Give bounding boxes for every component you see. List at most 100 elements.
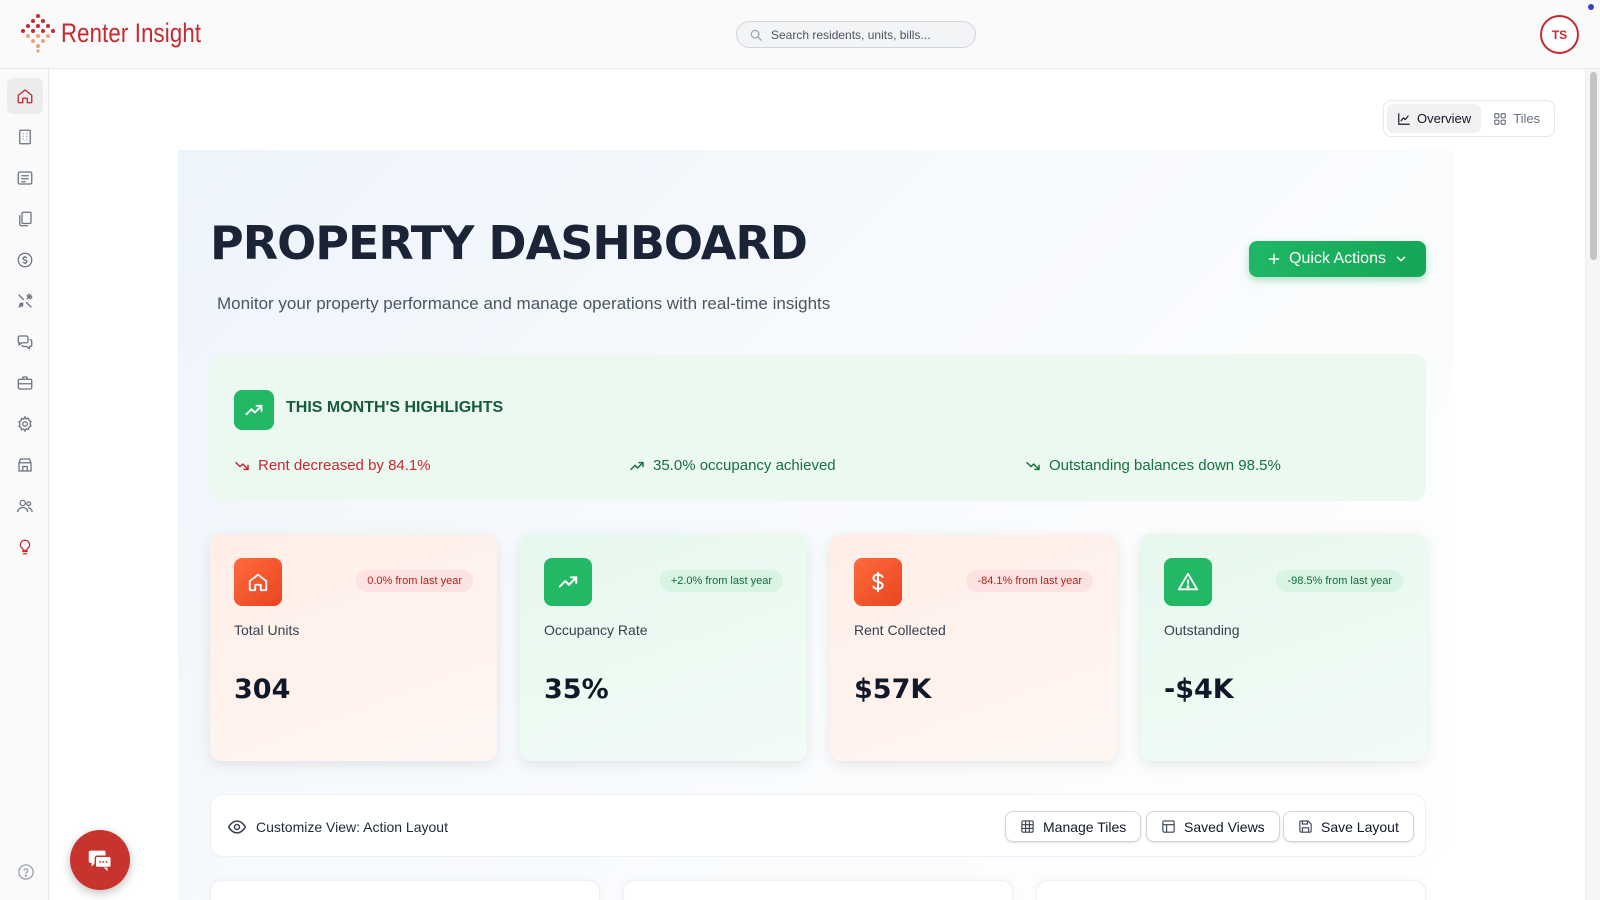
highlight-item: Rent decreased by 84.1%: [234, 457, 431, 474]
sidebar-item-settings[interactable]: [7, 406, 43, 442]
sidebar-item-home[interactable]: [7, 78, 43, 114]
brand-logo[interactable]: Renter Insight: [21, 13, 232, 53]
trending-up-icon: [630, 461, 644, 470]
stat-value: 304: [234, 674, 291, 705]
page-scrollbar[interactable]: [1585, 69, 1600, 900]
save-layout-button[interactable]: Save Layout: [1283, 811, 1414, 842]
overview-label: Overview: [1417, 111, 1472, 126]
briefcase-icon: [17, 376, 33, 390]
users-icon: [17, 499, 33, 513]
brand-name: Renter Insight: [61, 17, 202, 48]
quick-actions-label: Quick Actions: [1289, 250, 1386, 267]
scrollbar-thumb[interactable]: [1590, 72, 1597, 260]
stat-label: Occupancy Rate: [544, 622, 648, 638]
stat-label: Outstanding: [1164, 622, 1240, 638]
quick-actions-button[interactable]: Quick Actions: [1249, 241, 1426, 277]
stat-change-badge: -84.1% from last year: [966, 570, 1093, 592]
save-icon: [1299, 820, 1312, 833]
sidebar-item-maintenance[interactable]: [7, 283, 43, 319]
highlight-item: Outstanding balances down 98.5%: [1025, 457, 1281, 474]
highlight-text: Rent decreased by 84.1%: [258, 457, 431, 474]
saved-views-label: Saved Views: [1184, 818, 1265, 835]
line-chart-icon: [1398, 112, 1410, 125]
dashboard-tile: [210, 880, 600, 900]
sidebar-item-messages[interactable]: [7, 324, 43, 360]
stat-change-badge: -98.5% from last year: [1276, 570, 1403, 592]
stat-value: $57K: [854, 674, 932, 705]
dollar-icon: [17, 252, 33, 268]
customize-view-bar: Customize View: Action Layout Manage Til…: [210, 794, 1426, 857]
customize-view-indicator: Customize View: Action Layout: [227, 795, 448, 858]
sidebar-item-documents[interactable]: [7, 201, 43, 237]
overview-toggle-button[interactable]: Overview: [1387, 104, 1482, 133]
building-icon: [19, 129, 31, 145]
layout-icon: [1162, 820, 1175, 833]
search-input[interactable]: Search residents, units, bills...: [736, 21, 976, 48]
help-icon[interactable]: [17, 863, 35, 881]
manage-tiles-label: Manage Tiles: [1043, 818, 1127, 835]
trending-down-icon: [1026, 461, 1040, 470]
grid-icon: [1494, 112, 1507, 125]
sidebar-item-business[interactable]: [7, 365, 43, 401]
sidebar-item-marketplace[interactable]: [7, 447, 43, 483]
search-placeholder: Search residents, units, bills...: [771, 27, 931, 42]
stat-card-occupancy-rate[interactable]: +2.0% from last year Occupancy Rate 35%: [520, 534, 807, 761]
manage-tiles-button[interactable]: Manage Tiles: [1005, 811, 1142, 842]
warning-icon: [1177, 572, 1199, 591]
sidebar-item-listings[interactable]: [7, 160, 43, 196]
saved-views-button[interactable]: Saved Views: [1146, 811, 1280, 842]
tiles-toggle-button[interactable]: Tiles: [1483, 104, 1550, 133]
table-icon: [1021, 820, 1034, 833]
stat-card-total-units[interactable]: 0.0% from last year Total Units 304: [210, 534, 497, 761]
save-layout-label: Save Layout: [1321, 818, 1399, 835]
sidebar-item-properties[interactable]: [7, 119, 43, 155]
view-toggle: Overview Tiles: [1383, 100, 1555, 137]
user-avatar[interactable]: TS: [1540, 15, 1579, 54]
customize-view-label: Customize View: Action Layout: [256, 818, 448, 835]
stat-icon-badge: [234, 558, 282, 606]
home-icon: [248, 573, 268, 592]
sidebar-item-residents[interactable]: [7, 488, 43, 524]
stat-icon-badge: [854, 558, 902, 606]
chevron-down-icon: [1396, 256, 1406, 262]
highlights-title: THIS MONTH'S HIGHLIGHTS: [286, 399, 504, 416]
dashboard-tile: [1036, 880, 1426, 900]
trending-up-icon: [558, 576, 578, 588]
stat-change-badge: 0.0% from last year: [356, 570, 473, 592]
stat-label: Total Units: [234, 622, 300, 638]
chat-bubble-icon: [88, 850, 112, 872]
trending-up-icon: [245, 404, 263, 416]
documents-icon: [19, 211, 32, 227]
tools-icon: [18, 293, 33, 308]
page-subtitle: Monitor your property performance and ma…: [217, 294, 831, 313]
lightbulb-icon: [19, 539, 31, 555]
monthly-highlights: THIS MONTH'S HIGHLIGHTS Rent decreased b…: [210, 354, 1426, 501]
store-icon: [18, 458, 32, 472]
sidebar-item-insights[interactable]: [7, 529, 43, 565]
home-icon: [17, 89, 33, 104]
dollar-icon: [872, 571, 884, 593]
plus-icon: [1268, 253, 1280, 265]
chat-launcher-button[interactable]: [70, 830, 130, 890]
stat-card-outstanding[interactable]: -98.5% from last year Outstanding -$4K: [1140, 534, 1427, 761]
search-icon: [750, 29, 762, 41]
page-title: PROPERTY DASHBOARD: [210, 216, 808, 270]
stat-icon-badge: [544, 558, 592, 606]
highlights-badge: [234, 390, 274, 430]
gear-icon: [18, 415, 32, 433]
logo-mark-icon: [21, 14, 55, 53]
stat-card-rent-collected[interactable]: -84.1% from last year Rent Collected $57…: [830, 534, 1117, 761]
top-bar: Renter Insight Search residents, units, …: [0, 0, 1600, 69]
stat-value: 35%: [544, 674, 609, 705]
stat-label: Rent Collected: [854, 622, 946, 638]
notification-dot: [1588, 4, 1594, 10]
sidebar-item-payments[interactable]: [7, 242, 43, 278]
list-icon: [17, 171, 33, 185]
chat-icon: [17, 335, 33, 350]
stat-value: -$4K: [1164, 674, 1234, 705]
sidebar: [0, 69, 49, 900]
highlight-item: 35.0% occupancy achieved: [629, 457, 836, 474]
trending-down-icon: [235, 461, 249, 470]
tiles-label: Tiles: [1513, 111, 1541, 126]
highlight-text: Outstanding balances down 98.5%: [1049, 457, 1281, 474]
